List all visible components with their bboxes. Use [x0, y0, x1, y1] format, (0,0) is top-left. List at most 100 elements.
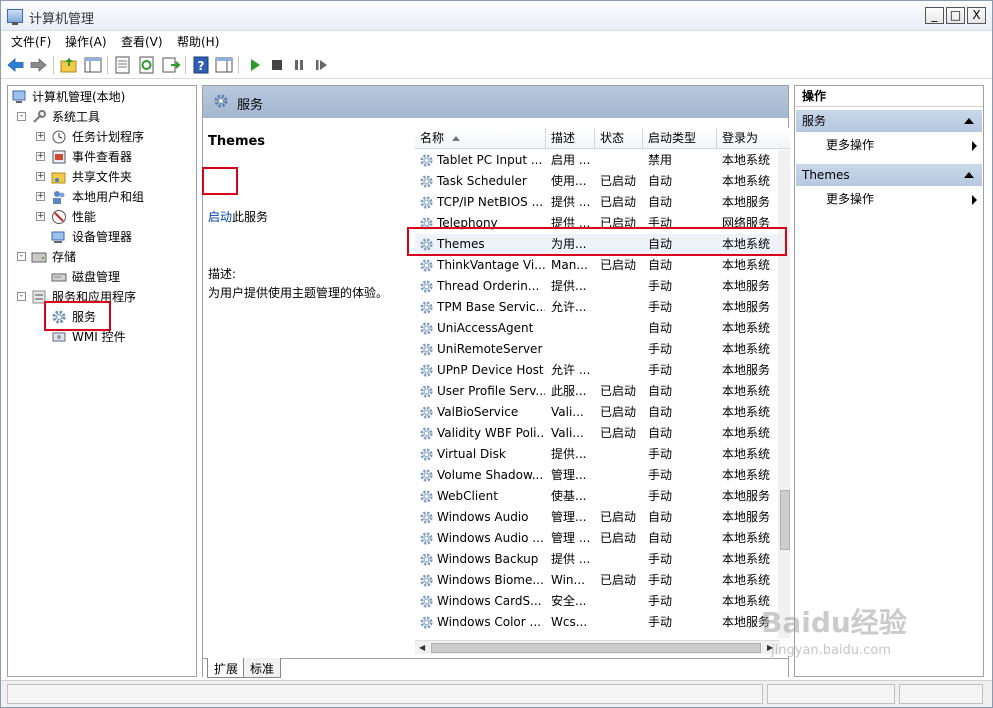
forward-arrow-icon[interactable]	[28, 55, 48, 75]
service-row[interactable]: ThinkVantage Vi... Man... 已启动 自动 本地系统	[415, 255, 780, 276]
actions-section-services[interactable]: 服务	[796, 110, 982, 132]
service-row[interactable]: User Profile Serv... 此服... 已启动 自动 本地系统	[415, 381, 780, 402]
collapse-toggle[interactable]: -	[17, 292, 26, 301]
restart-service-icon[interactable]	[311, 55, 331, 75]
back-arrow-icon[interactable]	[6, 55, 26, 75]
gear-icon	[419, 258, 434, 273]
collapse-up-icon[interactable]	[964, 118, 974, 124]
column-description[interactable]: 描述	[546, 128, 595, 149]
expand-toggle[interactable]: +	[36, 192, 45, 201]
show-hide-tree-icon[interactable]	[83, 55, 103, 75]
export-list-icon[interactable]	[161, 55, 181, 75]
service-name: Validity WBF Poli...	[437, 426, 545, 440]
tab-extended[interactable]: 扩展	[207, 658, 246, 678]
service-row[interactable]: Thread Orderin... 提供... 手动 本地服务	[415, 276, 780, 297]
toolbar-separator	[53, 56, 54, 74]
service-row[interactable]: UniRemoteServer 手动 本地系统	[415, 339, 780, 360]
close-button[interactable]: X	[967, 7, 986, 24]
actions-section-themes[interactable]: Themes	[796, 164, 982, 186]
tree-item-performance[interactable]: + 性能	[8, 208, 193, 226]
service-row[interactable]: Validity WBF Poli... Vali... 已启动 自动 本地系统	[415, 423, 780, 444]
gear-icon	[419, 342, 434, 357]
tree-item-disk-management[interactable]: 磁盘管理	[8, 268, 193, 286]
gear-icon	[419, 363, 434, 378]
column-startup-type[interactable]: 启动类型	[643, 128, 717, 149]
expand-toggle[interactable]: +	[36, 172, 45, 181]
tree-item-label: 设备管理器	[72, 230, 133, 244]
more-actions-themes[interactable]: 更多操作	[826, 190, 976, 208]
pause-service-icon[interactable]	[289, 55, 309, 75]
gear-icon	[419, 552, 434, 567]
expand-toggle[interactable]: +	[36, 152, 45, 161]
vertical-scrollbar[interactable]	[778, 150, 790, 638]
menu-help[interactable]: 帮助(H)	[177, 33, 219, 50]
start-service-icon[interactable]	[245, 55, 265, 75]
maximize-button[interactable]: □	[946, 7, 965, 24]
start-service-link[interactable]: 启动	[208, 210, 232, 224]
collapse-toggle[interactable]: -	[17, 112, 26, 121]
horizontal-scrollbar[interactable]: ◀ ▶	[415, 640, 780, 654]
refresh-icon[interactable]	[137, 55, 157, 75]
status-bar	[1, 680, 992, 707]
column-name[interactable]: 名称	[415, 128, 546, 149]
expand-toggle[interactable]: +	[36, 212, 45, 221]
minimize-button[interactable]: _	[925, 7, 944, 24]
service-description: Vali...	[551, 426, 584, 440]
stop-service-icon[interactable]	[267, 55, 287, 75]
service-logon-as: 本地系统	[722, 174, 771, 188]
menu-view[interactable]: 查看(V)	[121, 33, 163, 50]
service-name: Windows Backup	[437, 552, 539, 566]
service-row[interactable]: Virtual Disk 提供... 手动 本地系统	[415, 444, 780, 465]
service-startup-type: 禁用	[648, 153, 673, 167]
service-row[interactable]: Tablet PC Input ... 启用 ... 禁用 本地系统	[415, 150, 780, 171]
title-bar[interactable]: 计算机管理 _ □ X	[1, 1, 992, 31]
service-row[interactable]: UPnP Device Host 允许 ... 手动 本地服务	[415, 360, 780, 381]
gear-icon	[419, 426, 434, 441]
service-status: 已启动	[600, 573, 637, 587]
service-row[interactable]: Volume Shadow... 管理... 手动 本地系统	[415, 465, 780, 486]
service-row[interactable]: TCP/IP NetBIOS ... 提供 ... 已启动 自动 本地服务	[415, 192, 780, 213]
tree-item-label: 性能	[72, 210, 97, 224]
tree-item-device-manager[interactable]: 设备管理器	[8, 228, 193, 246]
service-row[interactable]: ValBioService Vali... 已启动 自动 本地系统	[415, 402, 780, 423]
column-status[interactable]: 状态	[595, 128, 643, 149]
service-row[interactable]: Windows Audio 管理... 已启动 自动 本地服务	[415, 507, 780, 528]
help-icon[interactable]: ?	[191, 55, 211, 75]
tree-item-shared-folders[interactable]: + 共享文件夹	[8, 168, 193, 186]
scroll-left-icon[interactable]: ◀	[419, 643, 425, 652]
service-row[interactable]: UniAccessAgent 自动 本地系统	[415, 318, 780, 339]
show-action-pane-icon[interactable]	[214, 55, 234, 75]
vertical-scroll-thumb[interactable]	[780, 490, 790, 550]
menu-action[interactable]: 操作(A)	[65, 33, 107, 50]
column-logon-as[interactable]: 登录为	[717, 128, 787, 149]
collapse-toggle[interactable]: -	[17, 252, 26, 261]
service-logon-as: 本地系统	[722, 342, 771, 356]
service-row[interactable]: TPM Base Servic... 允许... 手动 本地服务	[415, 297, 780, 318]
tree-item-local-users[interactable]: + 本地用户和组	[8, 188, 193, 206]
tab-standard[interactable]: 标准	[243, 658, 282, 678]
service-row[interactable]: WebClient 使基... 手动 本地服务	[415, 486, 780, 507]
column-name-label: 名称	[420, 131, 445, 145]
expand-toggle[interactable]: +	[36, 132, 45, 141]
storage-icon	[31, 249, 47, 265]
menu-file[interactable]: 文件(F)	[11, 33, 51, 50]
tree-item-task-scheduler[interactable]: + 任务计划程序	[8, 128, 193, 146]
collapse-up-icon[interactable]	[964, 172, 974, 178]
service-row[interactable]: Windows Audio ... 管理 ... 已启动 自动 本地系统	[415, 528, 780, 549]
properties-icon[interactable]	[113, 55, 133, 75]
service-row[interactable]: Task Scheduler 使用... 已启动 自动 本地系统	[415, 171, 780, 192]
description-label: 描述:	[208, 267, 237, 281]
up-folder-icon[interactable]	[59, 55, 79, 75]
service-description: 管理 ...	[551, 531, 591, 545]
service-status: 已启动	[600, 426, 637, 440]
tree-item-system-tools[interactable]: - 系统工具	[8, 108, 193, 126]
selected-service-name: Themes	[208, 134, 266, 149]
service-row[interactable]: Windows Color ... Wcs... 手动 本地服务	[415, 612, 780, 633]
horizontal-scroll-thumb[interactable]	[431, 643, 761, 653]
more-actions-services[interactable]: 更多操作	[826, 136, 976, 154]
tree-item-storage[interactable]: - 存储	[8, 248, 193, 266]
tree-item-event-viewer[interactable]: + 事件查看器	[8, 148, 193, 166]
service-row[interactable]: Windows Biome... Win... 已启动 手动 本地系统	[415, 570, 780, 591]
service-row[interactable]: Windows Backup 提供 ... 手动 本地系统	[415, 549, 780, 570]
service-row[interactable]: Windows CardS... 安全... 手动 本地系统	[415, 591, 780, 612]
